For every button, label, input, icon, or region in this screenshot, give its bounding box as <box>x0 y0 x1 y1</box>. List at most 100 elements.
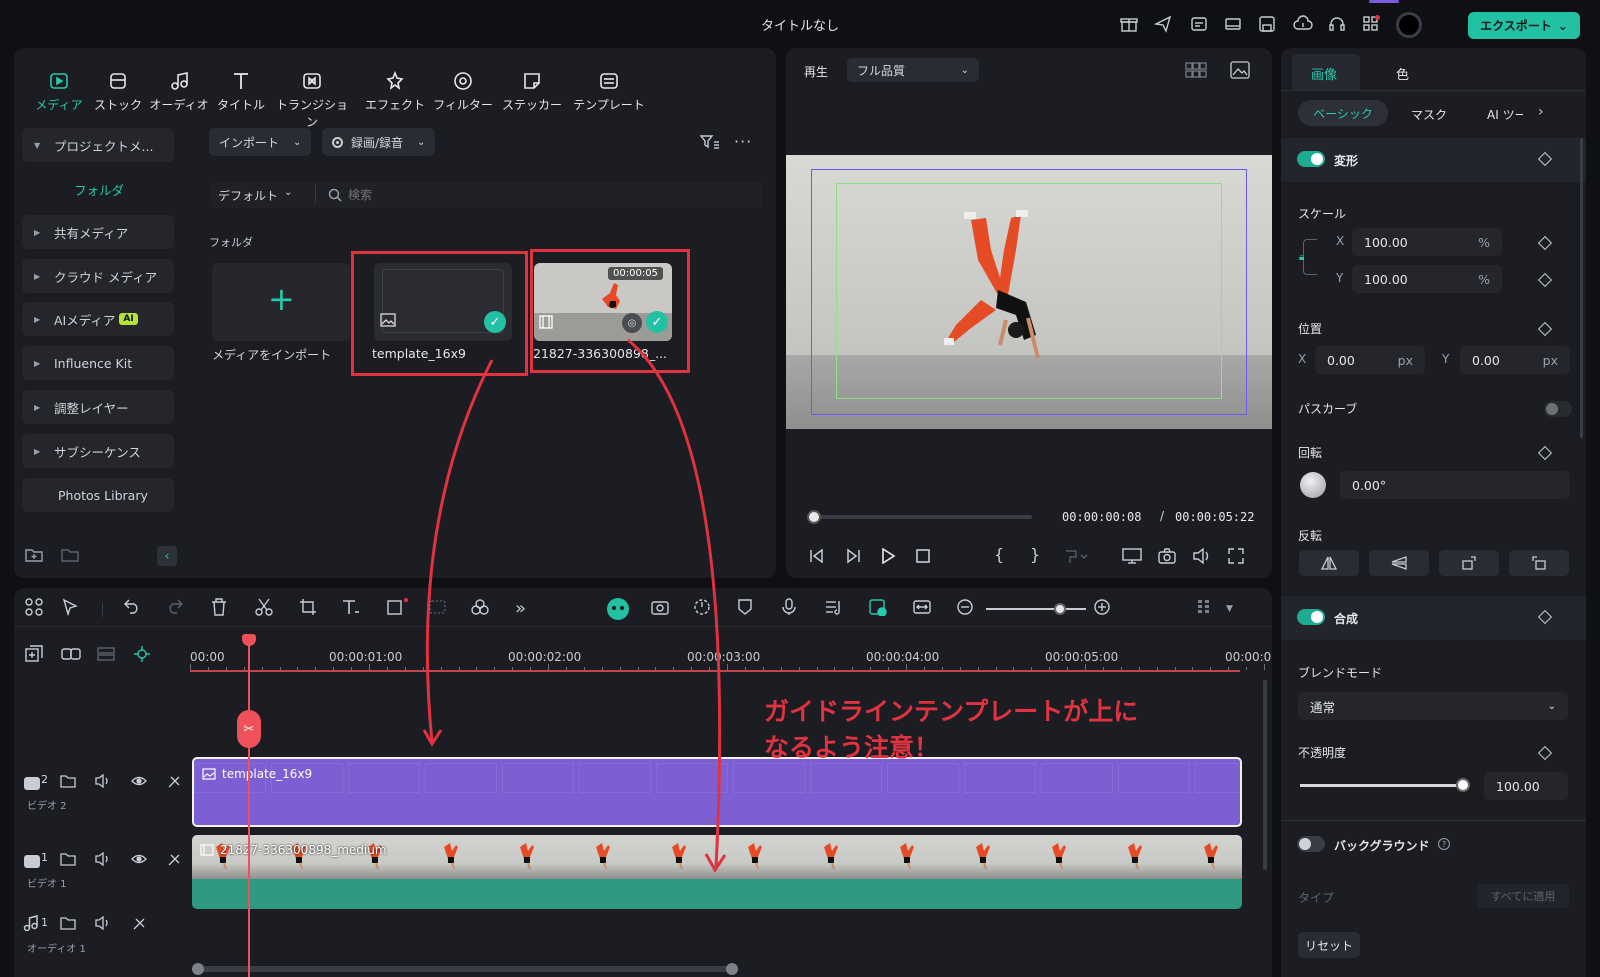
folder-icon[interactable] <box>60 852 78 870</box>
layout-icon[interactable] <box>1222 13 1244 35</box>
sidebar-item-subsequence[interactable]: ▶ サブシーケンス <box>22 434 174 468</box>
lock-icon[interactable]: 🔒︎ <box>1299 252 1304 263</box>
undo-icon[interactable] <box>123 598 145 620</box>
help-icon[interactable]: ? <box>1438 838 1450 850</box>
layout-grid-icon[interactable] <box>25 598 47 620</box>
more-tools-icon[interactable]: » <box>515 598 537 620</box>
ai-face-icon[interactable] <box>606 597 630 621</box>
display-icon[interactable] <box>1122 548 1142 564</box>
opacity-slider[interactable] <box>1300 778 1470 792</box>
speaker-icon[interactable] <box>95 916 113 934</box>
split-scissors-icon[interactable] <box>255 598 277 620</box>
sidebar-item-photos-library[interactable]: Photos Library <box>22 478 174 512</box>
audio-mix-icon[interactable] <box>824 598 846 620</box>
scale-y-input[interactable]: 100.00% <box>1352 265 1502 293</box>
sidebar-item-folder[interactable]: フォルダ <box>74 180 124 199</box>
speaker-icon[interactable] <box>95 852 113 870</box>
scrollbar-handle-left[interactable] <box>192 963 204 975</box>
rotate-cw-button[interactable] <box>1439 550 1499 576</box>
zoom-in-icon[interactable] <box>1093 598 1115 620</box>
headset-icon[interactable] <box>1326 13 1348 35</box>
play-icon[interactable] <box>880 548 896 564</box>
zoom-out-icon[interactable] <box>956 598 978 620</box>
sidebar-item-cloud-media[interactable]: ▶ クラウド メディア <box>22 259 174 293</box>
tab-sticker[interactable]: ステッカー <box>497 70 567 113</box>
flip-horizontal-button[interactable] <box>1299 550 1359 576</box>
apply-all-button[interactable]: すべてに適用 <box>1477 884 1569 908</box>
mark-out-icon[interactable]: } <box>1030 545 1040 564</box>
folder-icon[interactable] <box>61 547 79 563</box>
rotation-dial[interactable] <box>1300 472 1326 498</box>
fit-width-icon[interactable] <box>912 598 934 620</box>
subtab-basic[interactable]: ベーシック <box>1298 100 1388 126</box>
media-item-video[interactable]: 00:00:05 ◎ ✓ <box>534 263 672 341</box>
tab-title[interactable]: タイトル <box>206 70 276 113</box>
clip-video[interactable]: 21827-336300898_medium <box>192 835 1242 909</box>
caret-down-icon[interactable]: ▼ <box>1226 604 1233 614</box>
search-input[interactable] <box>348 184 728 206</box>
volume-icon[interactable] <box>1193 548 1211 564</box>
path-curve-toggle[interactable] <box>1544 401 1572 417</box>
opacity-input[interactable]: 100.00 <box>1484 772 1568 800</box>
lock-track-icon[interactable] <box>131 916 149 934</box>
timeline-h-scrollbar[interactable] <box>192 963 738 975</box>
snapshot-view-icon[interactable] <box>1230 61 1250 79</box>
send-icon[interactable] <box>1152 13 1174 35</box>
filter-sort-icon[interactable] <box>700 134 720 150</box>
background-toggle[interactable] <box>1297 836 1325 852</box>
more-icon[interactable]: ··· <box>734 132 752 151</box>
reset-button[interactable]: リセット <box>1298 932 1360 958</box>
eye-icon[interactable] <box>131 852 149 870</box>
prev-frame-icon[interactable] <box>808 548 826 564</box>
apps-grid-icon[interactable] <box>1360 13 1382 35</box>
playhead-scissors-icon[interactable]: ✂ <box>237 710 261 748</box>
new-folder-icon[interactable] <box>25 547 43 563</box>
save-icon[interactable] <box>1256 13 1278 35</box>
quality-dropdown[interactable]: フル品質 ⌄ <box>847 58 979 82</box>
crop-icon[interactable] <box>299 598 321 620</box>
timeline-v-scrollbar[interactable] <box>1263 680 1267 870</box>
export-button[interactable]: エクスポート ⌄ <box>1468 12 1580 39</box>
link-clips-icon[interactable] <box>61 646 81 662</box>
delete-icon[interactable] <box>211 598 233 620</box>
tab-image[interactable]: 画像 <box>1311 64 1337 83</box>
preview-canvas[interactable] <box>786 155 1272 429</box>
import-media-tile[interactable]: + <box>212 263 350 341</box>
sidebar-item-shared-media[interactable]: ▶ 共有メディア <box>22 215 174 249</box>
avatar[interactable] <box>1396 12 1422 38</box>
folder-icon[interactable] <box>60 774 78 792</box>
scrollbar-handle-right[interactable] <box>726 963 738 975</box>
zoom-slider-handle[interactable] <box>1054 603 1066 615</box>
auto-beat-icon[interactable] <box>868 598 890 620</box>
fullscreen-icon[interactable] <box>1228 548 1244 564</box>
scale-x-input[interactable]: 100.00% <box>1352 228 1502 256</box>
rotation-input[interactable]: 0.00° <box>1340 471 1570 499</box>
text-tool-icon[interactable] <box>341 598 363 620</box>
rotate-ccw-button[interactable] <box>1509 550 1569 576</box>
collapse-sidebar-icon[interactable]: ‹ <box>157 546 177 566</box>
clip-template[interactable]: template_16x9 <box>192 757 1242 827</box>
select-tool-icon[interactable] <box>62 598 84 620</box>
player-scrubber[interactable] <box>807 510 1032 524</box>
blend-mode-dropdown[interactable]: 通常 ⌄ <box>1298 692 1568 720</box>
subtab-ai-tools[interactable]: AI ツー <box>1487 106 1523 123</box>
gift-icon[interactable] <box>1118 13 1140 35</box>
tab-stock[interactable]: ストック <box>83 70 153 113</box>
redo-icon[interactable] <box>166 598 188 620</box>
cloud-upload-icon[interactable] <box>1292 13 1314 35</box>
pos-y-input[interactable]: 0.00 px <box>1460 346 1570 374</box>
sidebar-item-influence-kit[interactable]: ▶ Influence Kit <box>22 346 174 380</box>
grid-view-icon[interactable] <box>1185 62 1207 78</box>
track-manage-icon[interactable] <box>97 646 115 662</box>
tab-template[interactable]: テンプレート <box>571 70 647 113</box>
sidebar-item-ai-media[interactable]: ▶ AIメディア AI <box>22 302 174 336</box>
sidebar-item-adjustment-layer[interactable]: ▶ 調整レイヤー <box>22 390 174 424</box>
tab-audio[interactable]: オーディオ <box>144 70 214 113</box>
speaker-icon[interactable] <box>95 774 113 792</box>
subtab-mask[interactable]: マスク <box>1411 106 1447 123</box>
tab-filter[interactable]: フィルター <box>428 70 498 113</box>
sort-dropdown[interactable]: デフォルト ⌄ <box>218 187 292 204</box>
marker-icon[interactable] <box>737 598 759 620</box>
import-dropdown[interactable]: インポート ⌄ <box>209 128 312 156</box>
auto-reframe-icon[interactable] <box>650 598 672 620</box>
